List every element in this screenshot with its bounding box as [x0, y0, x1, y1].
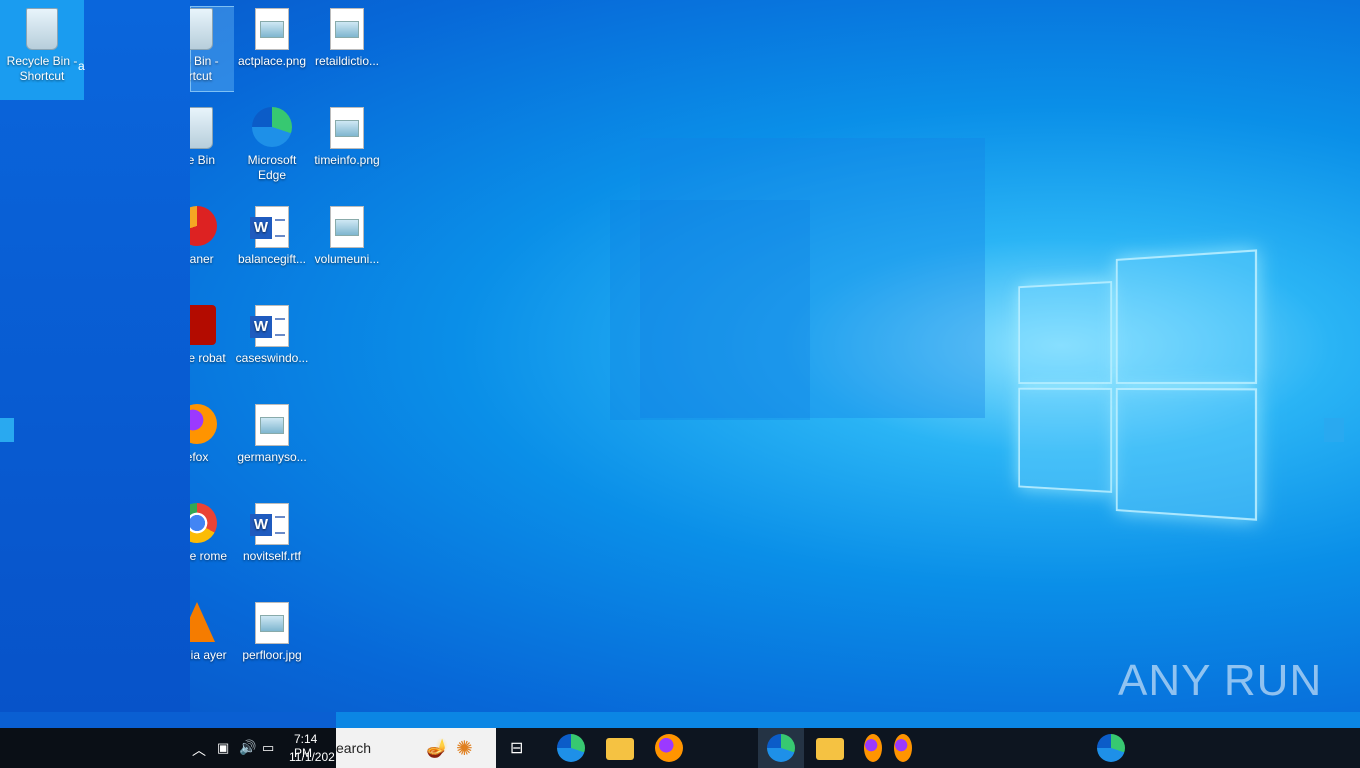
desktop-icon-ccleaner[interactable]: leaner — [190, 206, 234, 267]
taskbar-search-box[interactable]: earch 🪔 ✺ — [336, 728, 496, 768]
icon-label: oogle rome — [190, 549, 228, 563]
desktop-icon-vlc[interactable]: media ayer — [190, 602, 234, 663]
image-file-icon — [330, 206, 364, 248]
image-file-icon — [255, 602, 289, 644]
desktop-icon-actplace[interactable]: actplace.png — [235, 8, 309, 69]
image-file-icon — [330, 107, 364, 149]
chevron-up-icon[interactable]: ︿ — [192, 740, 206, 760]
icon-label: actplace.png — [237, 54, 307, 68]
chrome-icon — [190, 503, 217, 543]
windows-logo — [1018, 249, 1258, 521]
desktop-icon-microsoft-edge[interactable]: Microsoft Edge — [235, 107, 309, 183]
volume-icon[interactable]: 🔊 — [239, 739, 256, 756]
icon-label: balancegift... — [237, 252, 307, 266]
recycle-bin-icon — [190, 107, 213, 149]
rangoli-icon: ✺ — [456, 738, 473, 760]
logo-pane — [1018, 387, 1113, 493]
recycle-bin-icon — [190, 8, 213, 50]
desktop-column-clipped: cle Bin - ortcut cle Bin leaner dobe rob… — [190, 0, 234, 712]
file-explorer-icon[interactable] — [816, 738, 844, 760]
desktop-icon-germanyso[interactable]: germanyso... — [235, 404, 309, 465]
edge-icon[interactable] — [1097, 734, 1125, 762]
side-handle-left[interactable] — [0, 418, 14, 442]
icon-label: efox — [190, 450, 209, 464]
desktop-icon-perfloor[interactable]: perfloor.jpg — [235, 602, 309, 663]
desktop-icon-volumeuni[interactable]: volumeuni... — [310, 206, 384, 267]
anyrun-watermark: ANY RUN — [1118, 656, 1323, 705]
wallpaper-beam — [610, 200, 810, 420]
icon-label: retaildictio... — [314, 54, 380, 68]
icon-label: dobe robat — [190, 351, 226, 365]
logo-pane — [1018, 281, 1113, 384]
diwali-lamp-icon: 🪔 — [426, 738, 449, 758]
monitor-icon[interactable]: ▭ — [262, 740, 274, 756]
taskbar-strip-left — [0, 712, 336, 728]
desktop-icon-recycle-bin[interactable]: cle Bin — [190, 107, 234, 168]
image-file-icon — [255, 8, 289, 50]
edge-icon — [252, 107, 292, 147]
icon-label: Microsoft Edge — [247, 153, 297, 182]
edge-icon[interactable] — [557, 734, 585, 762]
icon-label: cle Bin - ortcut — [190, 54, 219, 83]
image-file-icon — [330, 8, 364, 50]
icon-label: cle Bin — [190, 153, 216, 167]
icon-label: caseswindo... — [235, 351, 309, 365]
desktop-icon-caseswindo[interactable]: W caseswindo... — [235, 305, 309, 366]
desktop-icon-adobe-acrobat[interactable]: dobe robat — [190, 305, 234, 366]
desktop-icon-balancegift[interactable]: W balancegift... — [235, 206, 309, 267]
icon-label: Recycle Bin - Shortcut — [6, 54, 78, 83]
desktop-icon-timeinfo[interactable]: timeinfo.png — [310, 107, 384, 168]
overlay-window-panel — [0, 0, 190, 712]
search-text: earch — [336, 740, 372, 756]
side-handle-right[interactable] — [1324, 418, 1344, 442]
recycle-bin-icon — [26, 8, 58, 50]
desktop-icon-firefox[interactable]: efox — [190, 404, 234, 465]
vlc-icon — [190, 602, 215, 642]
desktop-icon-chrome[interactable]: oogle rome — [190, 503, 234, 564]
edge-icon[interactable] — [767, 734, 795, 762]
firefox-icon — [190, 404, 217, 444]
ccleaner-icon — [190, 206, 217, 246]
clock-date[interactable]: 11/1/202 — [289, 750, 335, 764]
firefox-icon[interactable] — [864, 734, 882, 762]
icon-label: novitself.rtf — [242, 549, 302, 563]
network-device-icon[interactable]: ▣ — [217, 740, 229, 756]
logo-pane — [1115, 387, 1258, 521]
desktop-icon-recycle-bin-shortcut[interactable]: Recycle Bin - Shortcut — [0, 8, 84, 84]
icon-label: perfloor.jpg — [242, 648, 302, 662]
firefox-icon[interactable] — [655, 734, 683, 762]
clipped-label: a — [78, 59, 85, 73]
desktop-icon-retaildictio[interactable]: retaildictio... — [310, 8, 384, 69]
icon-label: timeinfo.png — [314, 153, 380, 167]
file-explorer-icon[interactable] — [606, 738, 634, 760]
logo-pane — [1115, 249, 1258, 384]
firefox-icon[interactable] — [894, 734, 912, 762]
icon-label: media ayer — [190, 648, 227, 662]
desktop-icon-recycle-bin-shortcut-2[interactable]: cle Bin - ortcut — [190, 8, 234, 84]
adobe-acrobat-icon — [190, 305, 216, 345]
word-file-icon: W — [250, 503, 289, 545]
word-file-icon: W — [250, 206, 289, 248]
system-tray: ︿ ▣ 🔊 ▭ 7:14 PM 11/1/202 — [0, 728, 336, 768]
image-file-icon — [255, 404, 289, 446]
task-view-icon[interactable]: ⊟ — [510, 738, 523, 758]
word-file-icon: W — [250, 305, 289, 347]
icon-label: germanyso... — [237, 450, 307, 464]
icon-label: leaner — [190, 252, 214, 266]
desktop-icon-novitself[interactable]: W novitself.rtf — [235, 503, 309, 564]
icon-label: volumeuni... — [314, 252, 380, 266]
